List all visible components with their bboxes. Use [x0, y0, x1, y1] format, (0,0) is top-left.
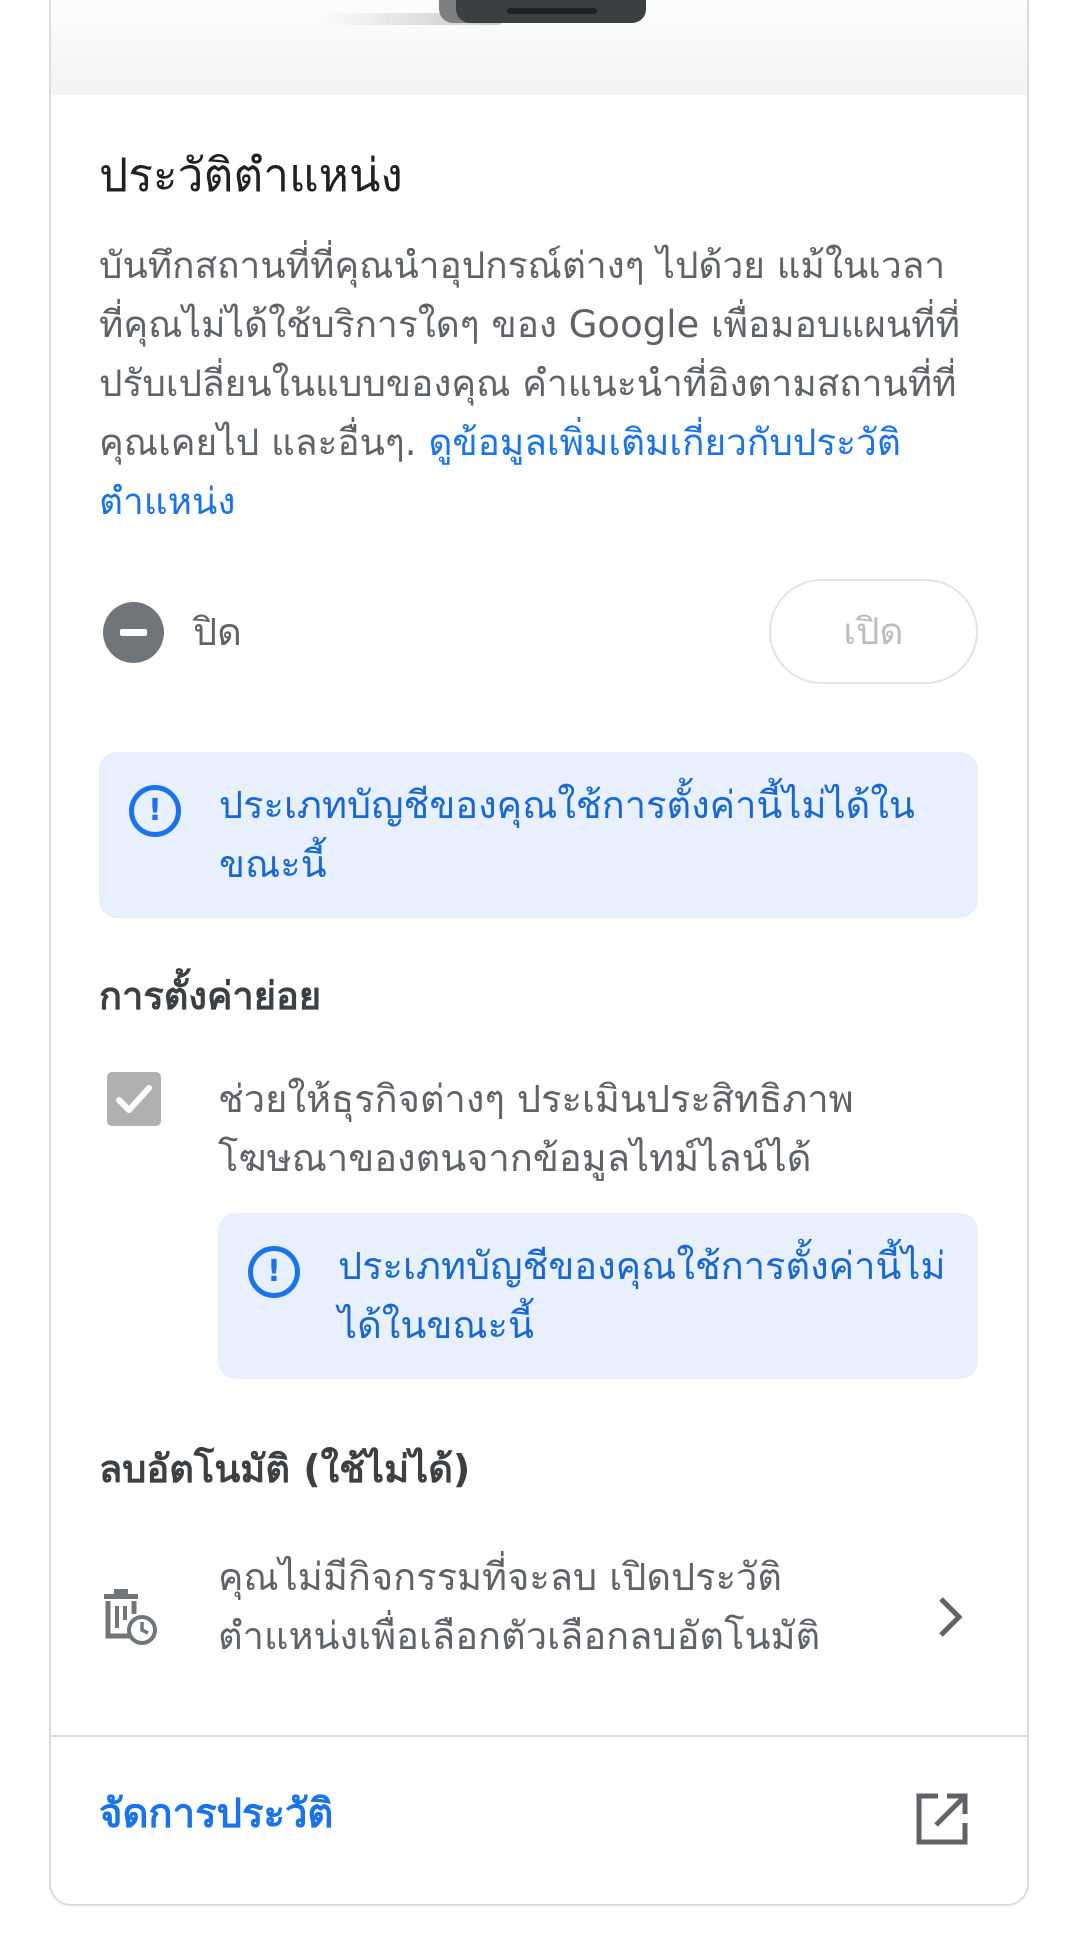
subsetting-notice-text: ประเภทบัญชีของคุณใช้การตั้งค่านี้ไม่ได้ใ… — [338, 1244, 946, 1347]
account-notice-text: ประเภทบัญชีของคุณใช้การตั้งค่านี้ไม่ได้ใ… — [219, 783, 915, 886]
turn-on-button[interactable]: เปิด — [769, 579, 978, 684]
divider — [49, 1735, 1029, 1737]
account-notice-banner: ! ประเภทบัญชีของคุณใช้การตั้งค่านี้ไม่ได… — [99, 752, 978, 918]
auto-delete-heading: ลบอัตโนมัติ (ใช้ไม่ได้) — [99, 1447, 471, 1491]
page-title: ประวัติตำแหน่ง — [99, 148, 403, 202]
description: บันทึกสถานที่ที่คุณนำอุปกรณ์ต่างๆ ไปด้วย… — [99, 236, 969, 531]
manage-history-link[interactable]: จัดการประวัติ — [99, 1785, 333, 1843]
check-icon — [116, 1085, 152, 1113]
subsettings-heading: การตั้งค่าย่อย — [99, 974, 322, 1018]
auto-delete-description: คุณไม่มีกิจกรรมที่จะลบ เปิดประวัติตำแหน่… — [218, 1555, 821, 1658]
info-alert-icon: ! — [129, 785, 181, 837]
open-in-new-icon[interactable] — [914, 1791, 970, 1847]
auto-delete-icon — [104, 1589, 157, 1645]
minus-circle-icon — [103, 602, 164, 663]
hero-illustration — [51, 0, 1027, 95]
ad-measurement-checkbox[interactable] — [107, 1072, 161, 1126]
info-alert-icon: ! — [248, 1246, 300, 1298]
chevron-right-icon[interactable] — [929, 1592, 969, 1642]
device-illustration-slot — [507, 8, 597, 14]
status-label: ปิด — [193, 610, 242, 654]
ad-measurement-label: ช่วยให้ธุรกิจต่างๆ ประเมินประสิทธิภาพโฆษ… — [218, 1077, 854, 1180]
subsetting-notice-banner: ! ประเภทบัญชีของคุณใช้การตั้งค่านี้ไม่ได… — [218, 1213, 978, 1379]
